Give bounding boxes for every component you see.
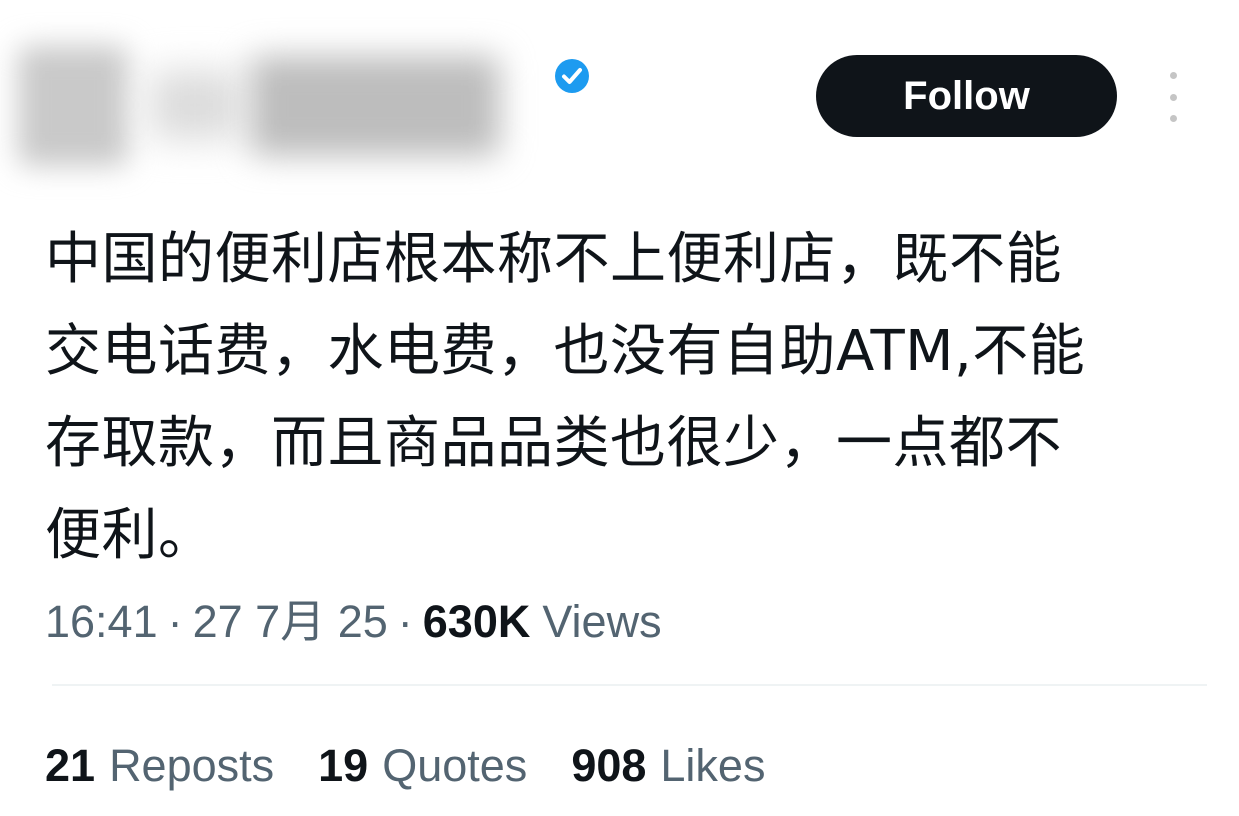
more-vertical-icon[interactable] <box>1163 72 1183 122</box>
reposts-stat[interactable]: 21 Reposts <box>45 740 274 792</box>
verified-badge-icon <box>555 59 589 93</box>
views-count: 630K <box>422 596 531 647</box>
tweet-date[interactable]: 27 7月 25 <box>193 585 388 650</box>
views-label: Views <box>542 596 662 647</box>
display-name-blurred <box>150 70 240 140</box>
username-blurred[interactable] <box>250 56 500 156</box>
reposts-count: 21 <box>45 740 96 791</box>
tweet-meta: 16:41 · 27 7月 25 · 630K Views <box>45 585 662 650</box>
meta-separator: · <box>397 596 413 647</box>
engagement-stats: 21 Reposts 19 Quotes 908 Likes <box>45 740 809 792</box>
tweet-text: 中国的便利店根本称不上便利店，既不能 交电话费，水电费，也没有自助ATM,不能 … <box>45 227 1086 568</box>
reposts-label: Reposts <box>109 740 275 791</box>
meta-separator: · <box>167 596 183 647</box>
likes-label: Likes <box>660 740 766 791</box>
quotes-stat[interactable]: 19 Quotes <box>318 740 527 792</box>
tweet-time[interactable]: 16:41 <box>45 596 158 648</box>
likes-count: 908 <box>571 740 647 791</box>
follow-button[interactable]: Follow <box>816 55 1117 137</box>
divider <box>52 684 1207 686</box>
likes-stat[interactable]: 908 Likes <box>571 740 765 792</box>
quotes-count: 19 <box>318 740 369 791</box>
avatar[interactable] <box>18 46 128 166</box>
quotes-label: Quotes <box>382 740 528 791</box>
